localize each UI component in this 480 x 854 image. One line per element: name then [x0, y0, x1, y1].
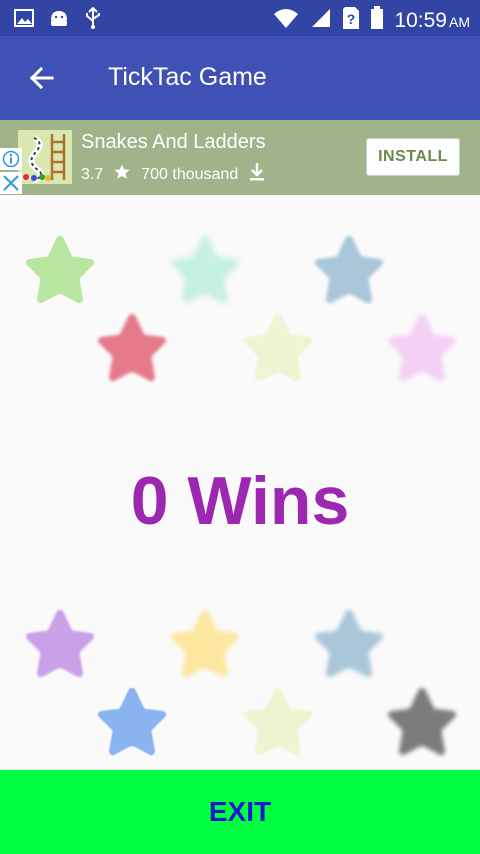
page-title: TickTac Game: [108, 63, 267, 91]
status-time: 10:59: [394, 8, 447, 32]
battery-icon: [370, 6, 384, 35]
wins-count: 0 Wins: [130, 463, 350, 539]
gallery-icon: [14, 8, 34, 33]
star-icon: [311, 232, 387, 308]
ad-banner[interactable]: Snakes And Ladders 3.7 700 thousand INST…: [0, 120, 480, 195]
unknown-sim-icon: ?: [342, 6, 360, 35]
ad-rating: 3.7: [81, 165, 104, 183]
exit-button[interactable]: EXIT: [0, 770, 480, 854]
ad-app-meta: 3.7 700 thousand: [81, 162, 266, 187]
star-icon: [22, 232, 98, 308]
usb-icon: [84, 6, 102, 34]
wifi-icon: [272, 7, 300, 34]
download-icon: [248, 162, 266, 187]
status-ampm: AM: [449, 13, 470, 30]
star-rating-icon: [113, 163, 131, 186]
star-icon: [311, 606, 387, 682]
back-arrow-icon[interactable]: [26, 62, 58, 94]
star-icon: [94, 684, 170, 760]
android-icon: [48, 8, 70, 33]
star-icon: [94, 310, 170, 386]
star-icon: [240, 310, 316, 386]
star-icon: [22, 606, 98, 682]
ad-app-thumbnail[interactable]: [18, 130, 72, 184]
star-icon: [167, 606, 243, 682]
status-bar: ? 10:59 AM: [0, 0, 480, 36]
star-icon: [167, 232, 243, 308]
signal-icon: [310, 7, 332, 34]
install-button[interactable]: INSTALL: [366, 138, 460, 176]
star-icon: [240, 684, 316, 760]
svg-text:?: ?: [347, 11, 356, 27]
star-icon: [384, 310, 460, 386]
ad-close-icon[interactable]: [0, 172, 22, 194]
app-bar: TickTac Game: [0, 36, 480, 120]
ad-info-icon[interactable]: [0, 148, 22, 170]
ad-downloads: 700 thousand: [141, 165, 239, 183]
ad-app-name[interactable]: Snakes And Ladders: [81, 131, 266, 154]
star-icon: [384, 684, 460, 760]
